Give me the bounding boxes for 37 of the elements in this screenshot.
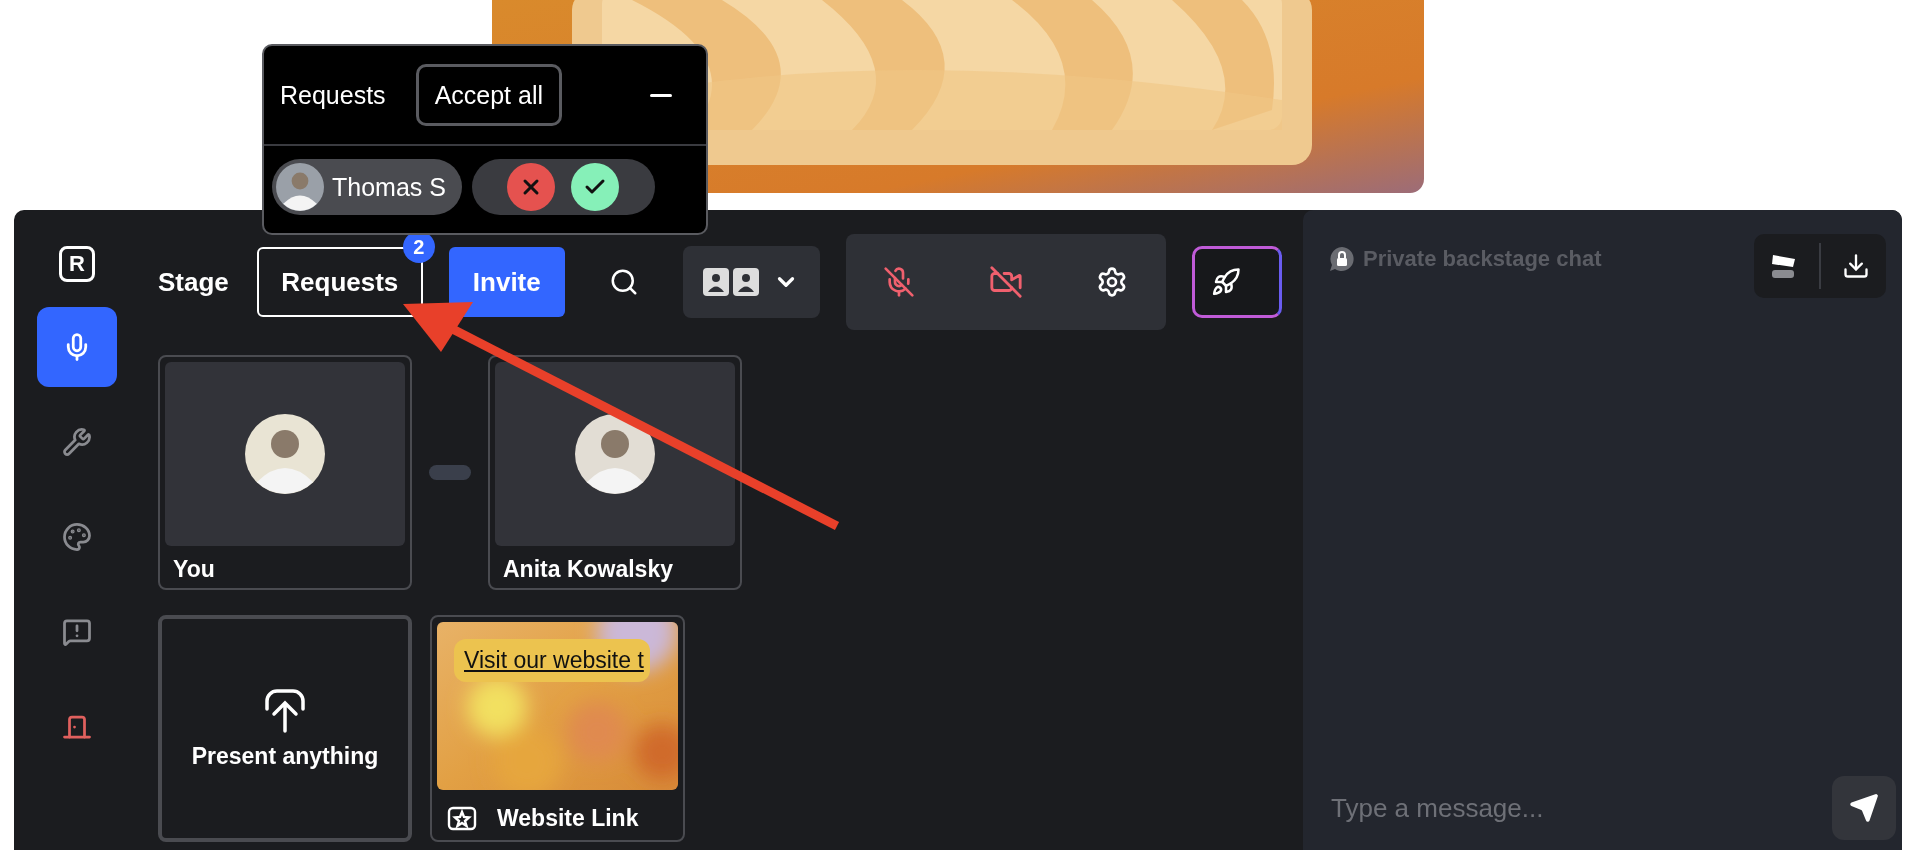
send-button[interactable]: [1832, 776, 1896, 840]
connector-pill: [429, 465, 471, 480]
layout-dropdown[interactable]: [682, 246, 820, 318]
download-icon: [1842, 252, 1870, 280]
message-field[interactable]: Type a message...: [1329, 791, 1832, 825]
avatar-icon: [575, 414, 655, 494]
star-ticket-icon: [447, 804, 477, 832]
upload-icon: [263, 687, 307, 733]
link-banner[interactable]: Visit our website t: [454, 639, 650, 682]
stage-title: Stage: [158, 266, 229, 298]
feedback-icon: [62, 617, 92, 647]
participant-name: Anita Kowalsky: [502, 555, 674, 583]
lock-chat-icon: [1329, 246, 1355, 272]
decline-button[interactable]: [507, 163, 556, 211]
popup-title: Requests: [280, 80, 386, 110]
people-icon: [703, 268, 760, 296]
accept-button[interactable]: [571, 163, 620, 211]
mic-off-icon: [883, 266, 916, 298]
accept-all-button[interactable]: Accept all: [415, 64, 562, 126]
invite-button[interactable]: Invite: [448, 247, 565, 317]
minus-icon: [650, 93, 672, 97]
link-tile[interactable]: Visit our website t Website Link: [430, 615, 685, 842]
wrench-icon: [62, 427, 92, 457]
requester-chip: Thomas S: [272, 159, 462, 215]
link-title: Website Link: [497, 804, 639, 832]
boost-button[interactable]: [1191, 246, 1282, 318]
sidebar-item[interactable]: [37, 307, 117, 387]
camera-off-icon: [988, 265, 1023, 299]
avatar-icon: [276, 163, 324, 211]
send-icon: [1849, 793, 1879, 823]
present-button[interactable]: Present anything: [158, 615, 412, 842]
palette-icon: [62, 522, 92, 552]
cards-icon: [1771, 253, 1797, 279]
avatar-icon: [245, 414, 325, 494]
logo: R: [59, 246, 95, 282]
rocket-icon: [1210, 267, 1241, 297]
participant-name: You: [172, 555, 216, 583]
